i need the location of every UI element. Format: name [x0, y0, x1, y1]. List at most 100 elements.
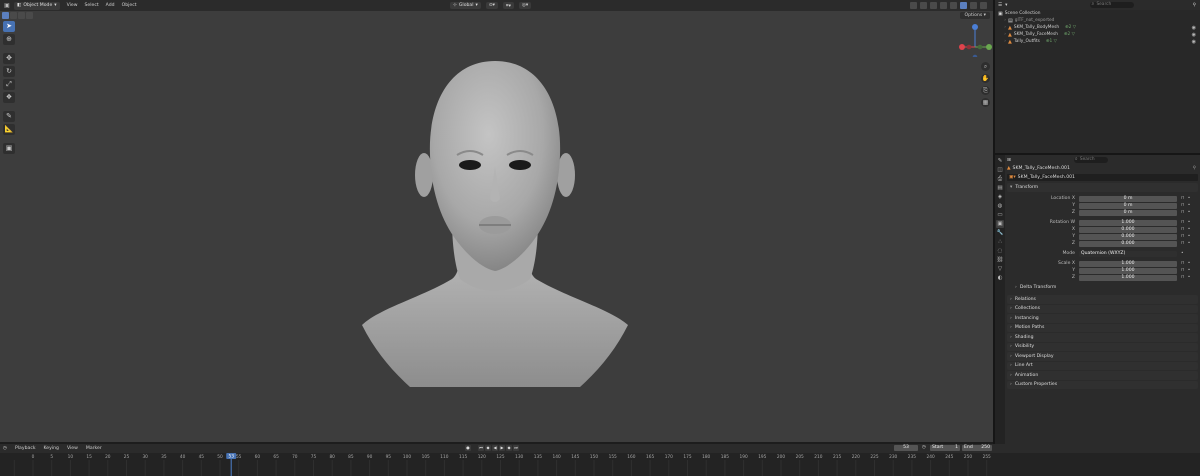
- outliner-row-object[interactable]: › ▲ SKM_Tally_FaceMesh ⊕2 ▽ ◉: [995, 31, 1200, 38]
- overlay-toggle-icon[interactable]: [930, 2, 937, 9]
- next-key-icon[interactable]: ◆: [506, 445, 512, 451]
- cursor-tool-icon[interactable]: ⊕: [3, 34, 15, 45]
- relations-panel[interactable]: › Relations: [1007, 295, 1198, 304]
- transform-tool-icon[interactable]: ❖: [3, 92, 15, 103]
- head-bust-mesh[interactable]: [360, 59, 630, 389]
- shading-material-icon[interactable]: [970, 2, 977, 9]
- display-mode-icon[interactable]: ▾: [1005, 3, 1007, 8]
- measure-tool-icon[interactable]: 📐: [3, 124, 15, 135]
- lock-keyframe-icon[interactable]: ⊓ •: [1181, 196, 1191, 201]
- gizmo-y-axis[interactable]: [986, 44, 992, 50]
- properties-search-input[interactable]: Search: [1073, 156, 1108, 163]
- eye-icon[interactable]: ◉: [1192, 25, 1196, 31]
- properties-editor-icon[interactable]: ⊞: [1007, 158, 1011, 163]
- scale-tool-icon[interactable]: ⤢: [3, 79, 15, 90]
- rotation-mode-dropdown[interactable]: Quaternion (WXYZ): [1079, 250, 1177, 257]
- keyframe-icon[interactable]: •: [1181, 251, 1185, 256]
- particles-tab-icon[interactable]: ∴: [996, 238, 1004, 246]
- navigation-gizmo[interactable]: [957, 21, 993, 57]
- physics-tab-icon[interactable]: ◌: [996, 247, 1004, 255]
- instancing-panel[interactable]: › Instancing: [1007, 314, 1198, 323]
- eye-icon[interactable]: ◉: [1192, 39, 1196, 45]
- mode-selector[interactable]: ◧ Object Mode ▾: [14, 1, 60, 10]
- lock-keyframe-icon[interactable]: ⊓ •: [1181, 275, 1191, 280]
- lock-keyframe-icon[interactable]: ⊓ •: [1181, 241, 1191, 246]
- end-frame-field[interactable]: End 250: [962, 445, 992, 451]
- gizmo-toggle-icon[interactable]: [920, 2, 927, 9]
- outliner-editor-icon[interactable]: ☰: [998, 3, 1002, 8]
- perspective-grid-icon[interactable]: ▦: [981, 98, 990, 107]
- transform-orientation[interactable]: ⊹ Global ▾: [450, 2, 481, 9]
- pan-hand-icon[interactable]: ✋: [981, 74, 990, 83]
- shading-solid-icon[interactable]: [960, 2, 967, 9]
- lock-keyframe-icon[interactable]: ⊓ •: [1181, 261, 1191, 266]
- proportional-edit[interactable]: ◎▾: [518, 2, 532, 9]
- menu-view[interactable]: View: [67, 446, 78, 451]
- collections-panel[interactable]: › Collections: [1007, 304, 1198, 313]
- 3d-viewport[interactable]: ➤ ⊕ ✥ ↻ ⤢ ❖ ✎ 📐 ▣ Options ▾ ⌕ ✋ ⎘ ▦: [0, 11, 993, 442]
- outliner-row-object[interactable]: › ▲ SKM_Tally_BodyMesh ⊕2 ▽ ◉: [995, 24, 1200, 31]
- menu-object[interactable]: Object: [122, 3, 137, 8]
- select-extend-icon[interactable]: [10, 12, 17, 19]
- custom-properties-panel[interactable]: › Custom Properties: [1007, 380, 1198, 389]
- object-name-field[interactable]: ▣▾ SKM_Tally_FaceMesh.001: [1007, 174, 1198, 181]
- menu-select[interactable]: Select: [85, 3, 99, 8]
- expand-arrow-icon[interactable]: ›: [998, 32, 1006, 37]
- timeline-ruler[interactable]: 0 5 10 15 20 25 30 35 40 45 50 55 60 65 70 75 80 85 90 95 10…: [0, 453, 1200, 476]
- clock-icon[interactable]: ◷: [922, 445, 926, 450]
- view-layer-tab-icon[interactable]: ▤: [996, 184, 1004, 192]
- expand-arrow-icon[interactable]: ›: [998, 39, 1006, 44]
- menu-keying[interactable]: Keying: [44, 446, 59, 451]
- menu-marker[interactable]: Marker: [86, 446, 102, 451]
- shading-wireframe-icon[interactable]: [950, 2, 957, 9]
- camera-icon[interactable]: ⎘: [981, 86, 990, 95]
- rotation-w-field[interactable]: 1.000: [1079, 219, 1177, 226]
- auto-key-icon[interactable]: ●: [465, 445, 471, 451]
- render-tab-icon[interactable]: ◫: [996, 166, 1004, 174]
- lock-keyframe-icon[interactable]: ⊓ •: [1181, 203, 1191, 208]
- visibility-panel[interactable]: › Visibility: [1007, 342, 1198, 351]
- editor-type-icon[interactable]: ▣: [3, 2, 11, 9]
- lock-keyframe-icon[interactable]: ⊓ •: [1181, 210, 1191, 215]
- move-tool-icon[interactable]: ✥: [3, 53, 15, 64]
- current-frame-field[interactable]: 53: [894, 445, 918, 451]
- modifier-tab-icon[interactable]: 🔧: [996, 229, 1004, 237]
- visibility-icon[interactable]: [910, 2, 917, 9]
- eye-icon[interactable]: ◉: [1192, 32, 1196, 38]
- tool-tab-icon[interactable]: ✎: [996, 157, 1004, 165]
- location-y-field[interactable]: 0 m: [1079, 202, 1177, 209]
- select-subtract-icon[interactable]: [18, 12, 25, 19]
- lock-keyframe-icon[interactable]: ⊓ •: [1181, 234, 1191, 239]
- constraints-tab-icon[interactable]: ⛓: [996, 256, 1004, 264]
- play-reverse-icon[interactable]: ◀: [492, 445, 498, 451]
- lock-keyframe-icon[interactable]: ⊓ •: [1181, 227, 1191, 232]
- xray-icon[interactable]: [940, 2, 947, 9]
- transform-panel-header[interactable]: ▾ Transform: [1007, 183, 1198, 192]
- rotation-y-field[interactable]: 0.000: [1079, 233, 1177, 240]
- scale-x-field[interactable]: 1.000: [1079, 260, 1177, 267]
- motion-paths-panel[interactable]: › Motion Paths: [1007, 323, 1198, 332]
- zoom-icon[interactable]: ⌕: [981, 62, 990, 71]
- outliner-row-collection[interactable]: › ▤ glTF_not_exported: [995, 17, 1200, 24]
- expand-arrow-icon[interactable]: ›: [998, 25, 1006, 30]
- shading-panel[interactable]: › Shading: [1007, 333, 1198, 342]
- filter-icon[interactable]: ⚲: [1193, 3, 1196, 8]
- jump-end-icon[interactable]: ⏭: [513, 445, 519, 451]
- expand-arrow-icon[interactable]: ›: [998, 18, 1006, 23]
- timeline-editor-icon[interactable]: ◷: [3, 446, 7, 451]
- scale-y-field[interactable]: 1.000: [1079, 267, 1177, 274]
- options-button[interactable]: Options ▾: [960, 12, 990, 19]
- animation-panel[interactable]: › Animation: [1007, 371, 1198, 380]
- output-tab-icon[interactable]: ⎙: [996, 175, 1004, 183]
- location-z-field[interactable]: 0 m: [1079, 209, 1177, 216]
- outliner-row-scene-collection[interactable]: ▣ Scene Collection: [995, 10, 1200, 17]
- scale-z-field[interactable]: 1.000: [1079, 274, 1177, 281]
- menu-add[interactable]: Add: [106, 3, 115, 8]
- rotate-tool-icon[interactable]: ↻: [3, 66, 15, 77]
- gizmo-z-axis[interactable]: [972, 24, 978, 30]
- material-tab-icon[interactable]: ◐: [996, 274, 1004, 282]
- world-tab-icon[interactable]: ◍: [996, 202, 1004, 210]
- object-tab-icon[interactable]: ▣: [996, 220, 1004, 228]
- rotation-z-field[interactable]: 0.000: [1079, 240, 1177, 247]
- outliner-search-input[interactable]: Search: [1090, 1, 1135, 8]
